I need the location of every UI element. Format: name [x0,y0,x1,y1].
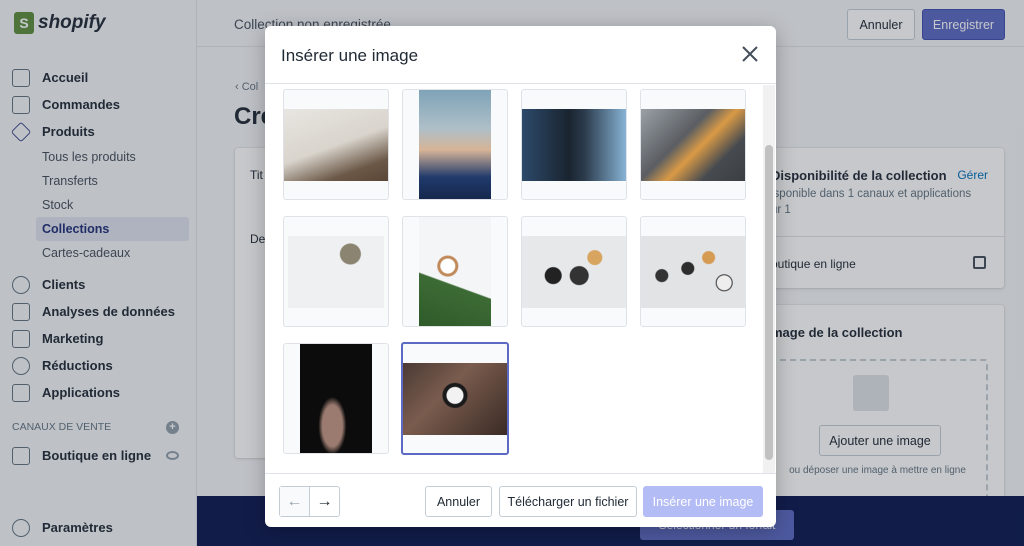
modal-title: Insérer une image [281,46,419,65]
image-thumbnail[interactable] [283,343,389,454]
image-thumbnail[interactable] [402,216,508,327]
image-thumbnail[interactable] [283,89,389,200]
scrollbar[interactable] [763,85,775,473]
image-grid [265,85,776,473]
insert-image-button[interactable]: Insérer une image [643,486,763,517]
modal-cancel-button[interactable]: Annuler [425,486,492,517]
arrow-left-icon[interactable]: ← [280,487,310,516]
image-thumbnail[interactable] [640,89,746,200]
image-thumbnail[interactable] [402,89,508,200]
insert-image-modal: Insérer une image ← → Annuler Télécharge… [265,26,776,527]
pagination: ← → [279,486,340,517]
image-thumbnail[interactable] [521,89,627,200]
upload-file-button[interactable]: Télécharger un fichier [499,486,637,517]
modal-footer: ← → Annuler Télécharger un fichier Insér… [265,473,776,527]
image-thumbnail[interactable] [640,216,746,327]
arrow-right-icon[interactable]: → [310,487,339,516]
image-thumbnail[interactable] [521,216,627,327]
image-thumbnail-selected[interactable] [401,342,509,455]
close-icon[interactable] [740,44,760,64]
image-thumbnail[interactable] [283,216,389,327]
